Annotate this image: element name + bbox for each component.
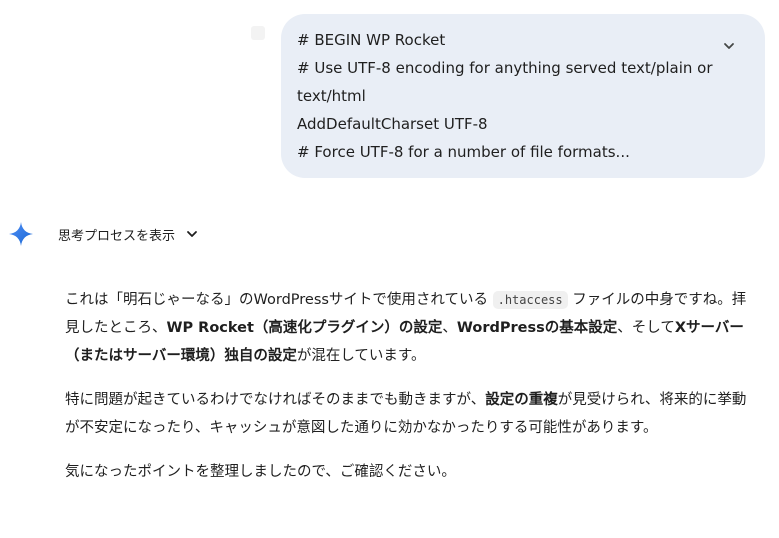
text-span: 、: [442, 320, 457, 336]
user-message-line: AddDefaultCharset UTF-8: [297, 115, 488, 133]
expand-message-button[interactable]: [719, 36, 739, 56]
chevron-down-icon[interactable]: [185, 227, 199, 241]
response-paragraph: これは「明石じゃーなる」のWordPressサイトで使用されている .htacc…: [65, 286, 759, 370]
text-span: これは「明石じゃーなる」のWordPressサイトで使用されている: [65, 292, 488, 308]
thinking-label[interactable]: 思考プロセスを表示: [58, 225, 175, 244]
user-message-line: # Force UTF-8 for a number of file forma…: [297, 143, 630, 161]
response-paragraph: 気になったポイントを整理しましたので、ご確認ください。: [65, 464, 456, 480]
user-message-line: # Use UTF-8 encoding for anything served…: [297, 59, 713, 77]
text-span: 特に問題が起きているわけでなければそのままでも動きますが、: [65, 392, 486, 408]
inline-code: .htaccess: [492, 291, 568, 309]
text-span: 、そして: [617, 320, 675, 336]
bold-text: WordPressの基本設定: [456, 320, 618, 336]
copy-icon[interactable]: [251, 26, 265, 40]
user-message-line: text/html: [297, 87, 366, 105]
thinking-toggle[interactable]: 思考プロセスを表示: [8, 221, 199, 247]
user-message-bubble: # BEGIN WP Rocket # Use UTF-8 encoding f…: [281, 14, 765, 178]
bold-text: 設定の重複: [485, 392, 558, 408]
assistant-response: これは「明石じゃーなる」のWordPressサイトで使用されている .htacc…: [65, 286, 759, 502]
chevron-down-icon: [724, 43, 734, 49]
user-message-line: # BEGIN WP Rocket: [297, 31, 446, 49]
gemini-sparkle-icon: [9, 222, 33, 246]
text-span: が混在しています。: [296, 348, 426, 364]
response-paragraph: 特に問題が起きているわけでなければそのままでも動きますが、設定の重複が見受けられ…: [65, 386, 759, 442]
bold-text: WP Rocket（高速化プラグイン）の設定: [166, 320, 443, 336]
